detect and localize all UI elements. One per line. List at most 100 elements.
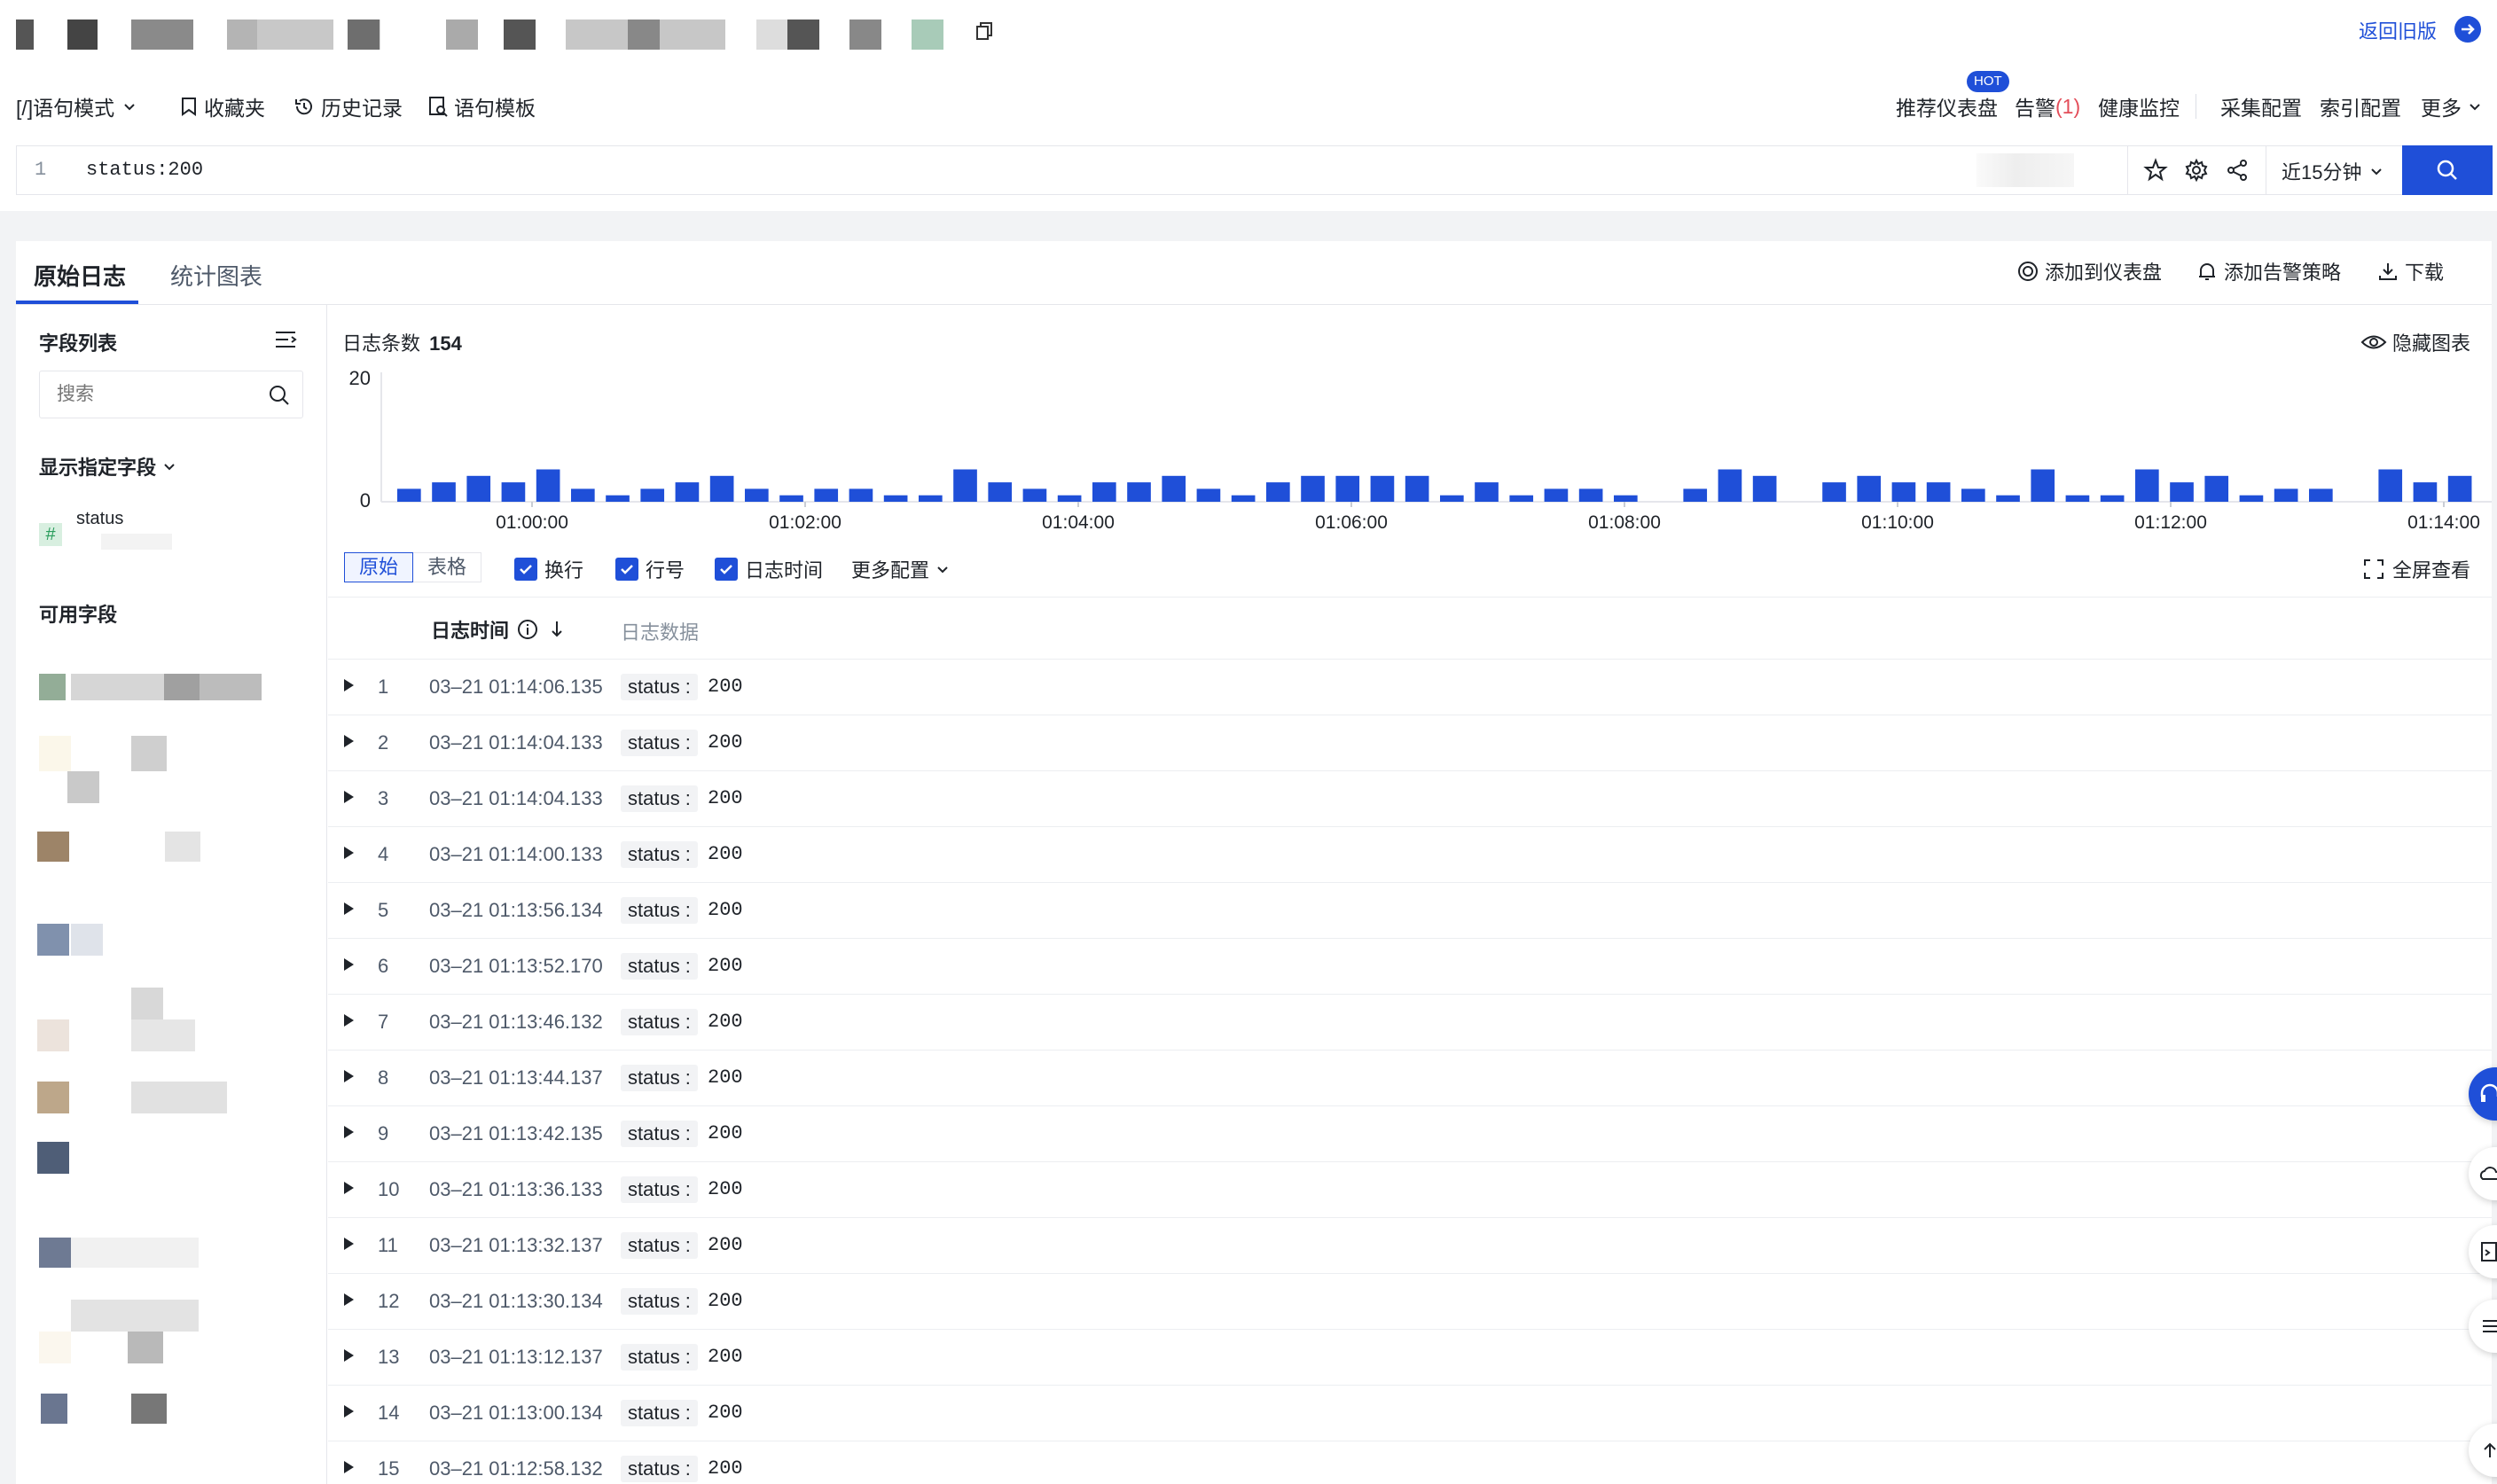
query-text[interactable]: status:200 <box>86 159 203 181</box>
expand-arrow-icon[interactable] <box>344 791 354 803</box>
collect-config-button[interactable]: 采集配置 <box>2220 89 2302 124</box>
histogram-bar[interactable] <box>814 488 839 502</box>
histogram-bar[interactable] <box>432 482 456 502</box>
expand-arrow-icon[interactable] <box>344 1238 354 1250</box>
histogram-bar[interactable] <box>2309 488 2333 502</box>
histogram-bar[interactable] <box>2447 475 2472 502</box>
expand-arrow-icon[interactable] <box>344 1405 354 1418</box>
expand-arrow-icon[interactable] <box>344 847 354 859</box>
histogram-bar[interactable] <box>988 482 1013 502</box>
row-field-key[interactable]: status : <box>621 1121 698 1147</box>
favorites-button[interactable]: 收藏夹 <box>179 89 265 124</box>
histogram-bar[interactable] <box>849 488 873 502</box>
histogram-bar[interactable] <box>1266 482 1290 502</box>
histogram-bar[interactable] <box>1231 495 1256 502</box>
line-number-checkbox[interactable]: 行号 <box>615 555 685 583</box>
expand-arrow-icon[interactable] <box>344 1070 354 1082</box>
table-row[interactable]: 13 03–21 01:13:12.137 status : 200 <box>328 1330 2492 1386</box>
histogram-bar[interactable] <box>1127 482 1151 502</box>
row-field-value[interactable]: 200 <box>708 899 743 921</box>
query-editor[interactable]: 1 status:200 近15分钟 <box>16 145 2493 195</box>
histogram-bar[interactable] <box>953 469 977 503</box>
expand-arrow-icon[interactable] <box>344 1126 354 1138</box>
expand-arrow-icon[interactable] <box>344 958 354 971</box>
row-field-value[interactable]: 200 <box>708 676 743 698</box>
histogram-bar[interactable] <box>1544 488 1569 502</box>
alarm-button[interactable]: 告警 (1) <box>2015 89 2080 124</box>
row-field-key[interactable]: status : <box>621 1065 698 1091</box>
table-row[interactable]: 12 03–21 01:13:30.134 status : 200 <box>328 1274 2492 1330</box>
row-field-value[interactable]: 200 <box>708 1011 743 1033</box>
histogram-bar[interactable] <box>2239 495 2264 502</box>
more-dropdown[interactable]: 更多 <box>2421 89 2488 124</box>
row-field-value[interactable]: 200 <box>708 1290 743 1312</box>
sort-down-icon[interactable] <box>548 618 566 641</box>
histogram-bar[interactable] <box>1683 488 1708 502</box>
histogram-bar[interactable] <box>709 475 734 502</box>
row-field-value[interactable]: 200 <box>708 731 743 754</box>
time-range-dropdown[interactable]: 近15分钟 <box>2282 157 2384 185</box>
field-search-box[interactable] <box>39 371 303 418</box>
row-field-key[interactable]: status : <box>621 1456 698 1482</box>
table-row[interactable]: 8 03–21 01:13:44.137 status : 200 <box>328 1051 2492 1106</box>
table-row[interactable]: 4 03–21 01:14:00.133 status : 200 <box>328 827 2492 883</box>
add-to-dashboard-button[interactable]: 添加到仪表盘 <box>2016 257 2162 285</box>
table-row[interactable]: 10 03–21 01:13:36.133 status : 200 <box>328 1162 2492 1218</box>
histogram-bar[interactable] <box>1891 482 1916 502</box>
row-field-value[interactable]: 200 <box>708 1122 743 1144</box>
expand-arrow-icon[interactable] <box>344 735 354 747</box>
table-row[interactable]: 9 03–21 01:13:42.135 status : 200 <box>328 1106 2492 1162</box>
histogram-bar[interactable] <box>1614 495 1638 502</box>
histogram-bar[interactable] <box>1926 482 1951 502</box>
add-alarm-policy-button[interactable]: 添加告警策略 <box>2196 257 2341 285</box>
histogram-bar[interactable] <box>501 482 526 502</box>
table-row[interactable]: 2 03–21 01:14:04.133 status : 200 <box>328 715 2492 771</box>
arrow-right-icon[interactable] <box>2454 16 2481 43</box>
histogram-bar[interactable] <box>571 488 595 502</box>
row-field-key[interactable]: status : <box>621 841 698 868</box>
row-field-value[interactable]: 200 <box>708 1402 743 1424</box>
tab-raw-logs[interactable]: 原始日志 <box>34 259 126 292</box>
expand-arrow-icon[interactable] <box>344 1349 354 1362</box>
histogram-bar[interactable] <box>1057 495 1082 502</box>
row-field-value[interactable]: 200 <box>708 1457 743 1480</box>
histogram-bar[interactable] <box>1578 488 1603 502</box>
row-field-key[interactable]: status : <box>621 1176 698 1203</box>
table-row[interactable]: 3 03–21 01:14:04.133 status : 200 <box>328 771 2492 827</box>
row-field-key[interactable]: status : <box>621 785 698 812</box>
fullscreen-button[interactable]: 全屏查看 <box>2362 555 2470 583</box>
histogram-bar[interactable] <box>640 488 665 502</box>
download-button[interactable]: 下载 <box>2376 257 2444 285</box>
expand-arrow-icon[interactable] <box>344 1182 354 1194</box>
row-field-value[interactable]: 200 <box>708 787 743 809</box>
row-field-value[interactable]: 200 <box>708 955 743 977</box>
search-button[interactable] <box>2402 145 2493 195</box>
histogram-bar[interactable] <box>1996 495 2020 502</box>
histogram-bar[interactable] <box>745 488 769 502</box>
row-field-key[interactable]: status : <box>621 1288 698 1315</box>
histogram-bar[interactable] <box>1196 488 1221 502</box>
histogram-bar[interactable] <box>1509 495 1534 502</box>
star-icon[interactable] <box>2143 158 2168 187</box>
histogram-bar[interactable] <box>606 495 630 502</box>
histogram-bar[interactable] <box>1752 475 1777 502</box>
histogram-bar[interactable] <box>1335 475 1360 502</box>
tab-statistics[interactable]: 统计图表 <box>170 259 262 292</box>
histogram-bar[interactable] <box>2378 469 2403 503</box>
log-histogram[interactable]: 20 0 01:00:00 01:02:00 01:04:00 01:06:00 01:08… <box>328 355 2492 541</box>
more-config-dropdown[interactable]: 更多配置 <box>851 555 951 583</box>
col-log-time[interactable]: 日志时间 <box>431 615 566 644</box>
histogram-bar[interactable] <box>1301 475 1325 502</box>
histogram-bar[interactable] <box>2031 469 2055 503</box>
info-icon[interactable] <box>516 618 539 641</box>
expand-arrow-icon[interactable] <box>344 1014 354 1027</box>
return-old-version-link[interactable]: 返回旧版 <box>2359 16 2437 44</box>
table-row[interactable]: 6 03–21 01:13:52.170 status : 200 <box>328 939 2492 995</box>
row-field-value[interactable]: 200 <box>708 1178 743 1200</box>
histogram-bar[interactable] <box>1822 482 1846 502</box>
histogram-bar[interactable] <box>2135 469 2159 503</box>
log-time-checkbox[interactable]: 日志时间 <box>715 555 823 583</box>
field-search-input[interactable] <box>41 372 254 417</box>
field-item-status[interactable]: # status <box>39 509 305 551</box>
table-row[interactable]: 7 03–21 01:13:46.132 status : 200 <box>328 995 2492 1051</box>
